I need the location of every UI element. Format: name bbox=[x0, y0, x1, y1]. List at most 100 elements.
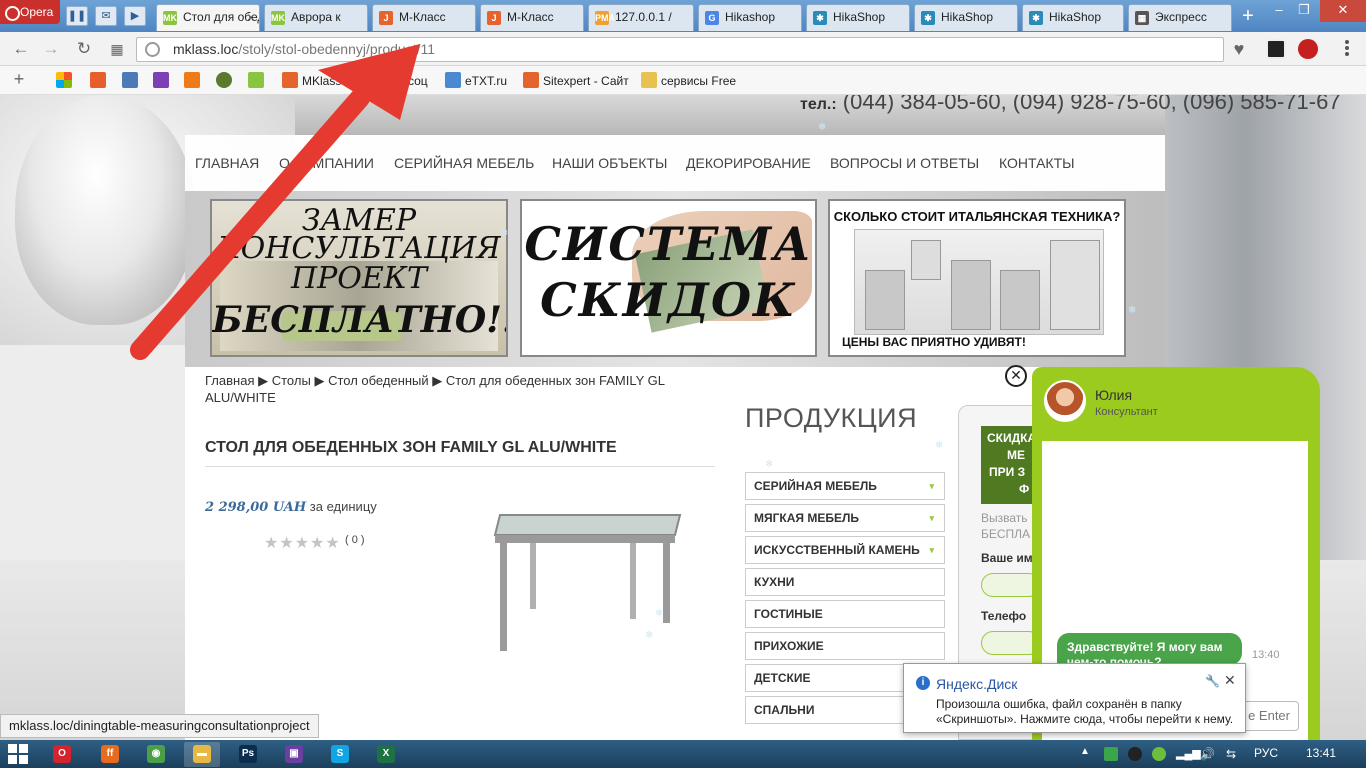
nav-item-7[interactable]: КОНТАКТЫ bbox=[999, 155, 1075, 171]
nav-item-4[interactable]: НАШИ ОБЪЕКТЫ bbox=[552, 155, 667, 171]
new-tab-button[interactable]: + bbox=[1236, 6, 1260, 26]
add-bookmark-icon[interactable]: + bbox=[8, 68, 30, 90]
taskbar-app-firefox[interactable]: ff bbox=[92, 742, 128, 767]
chart-bookmark-icon[interactable] bbox=[153, 72, 169, 88]
restore-button[interactable]: ❐ bbox=[1287, 0, 1321, 22]
tab-6[interactable]: G Hikashop bbox=[698, 4, 802, 31]
tray-expand-icon[interactable]: ▲ bbox=[1080, 746, 1090, 760]
discount-line: ПРИ З bbox=[989, 465, 1026, 479]
nav-item-3[interactable]: СЕРИЙНАЯ МЕБЕЛЬ bbox=[394, 155, 534, 171]
tab-3[interactable]: J М-Класс bbox=[372, 4, 476, 31]
taskbar-app-opera[interactable]: O bbox=[44, 742, 80, 767]
yandex-disk-notification[interactable]: i Яндекс.Диск 🔧 ✕ Произошла ошибка, файл… bbox=[903, 663, 1246, 733]
back-icon[interactable]: ← bbox=[10, 38, 32, 60]
tab-favicon-icon: ▦ bbox=[1135, 11, 1149, 25]
adblock-icon[interactable] bbox=[1298, 39, 1318, 59]
phone-field[interactable] bbox=[981, 631, 1037, 655]
category-item[interactable]: ГОСТИНЫЕ bbox=[745, 600, 945, 628]
extension-icon[interactable] bbox=[1266, 39, 1286, 59]
tab-5[interactable]: PMA 127.0.0.1 / bbox=[588, 4, 694, 31]
header-banner: тел.: (044) 384-05-60, (094) 928-75-60, … bbox=[295, 95, 1341, 135]
promo-discount-system[interactable]: СИСТЕМА СКИДОК bbox=[520, 199, 817, 357]
taskbar-app-chrome[interactable]: ◉ bbox=[138, 742, 174, 767]
taskbar-app-photoshop[interactable]: Ps bbox=[230, 742, 266, 767]
promo-free-measurement[interactable]: ЗАМЕР КОНСУЛЬТАЦИЯ ПРОЕКТ БЕСПЛАТНО!!! bbox=[210, 199, 508, 357]
site-info-icon[interactable] bbox=[145, 42, 160, 57]
bookmark-sitexpert[interactable]: Sitexpert - Сайт bbox=[543, 73, 629, 89]
tab-9[interactable]: ✱ HikaShop bbox=[1022, 4, 1124, 31]
category-item[interactable]: КУХНИ bbox=[745, 568, 945, 596]
menu-dots-icon[interactable] bbox=[1338, 40, 1356, 58]
url-field[interactable]: mklass.loc/stoly/stol-obedennyj/product/… bbox=[136, 37, 1224, 62]
promo2-line1: СИСТЕМА bbox=[524, 217, 813, 271]
close-window-button[interactable]: ✕ bbox=[1320, 0, 1366, 22]
category-item[interactable]: ПРИХОЖИЕ bbox=[745, 632, 945, 660]
taskbar-app-explorer[interactable]: ▬ bbox=[184, 742, 220, 767]
category-item[interactable]: МЯГКАЯ МЕБЕЛЬ ▾ bbox=[745, 504, 945, 532]
volume-icon[interactable]: 🔊 bbox=[1200, 747, 1215, 761]
notification-close-icon[interactable]: ✕ bbox=[1224, 672, 1236, 689]
category-item[interactable]: СЕРИЙНАЯ МЕБЕЛЬ ▾ bbox=[745, 472, 945, 500]
mail-icon[interactable]: ✉ bbox=[95, 6, 117, 26]
breadcrumb-separator-icon: ▶ bbox=[258, 373, 269, 388]
tab-4[interactable]: J М-Класс bbox=[480, 4, 584, 31]
tab-favicon-icon: G bbox=[705, 11, 719, 25]
breadcrumb-home[interactable]: Главная bbox=[205, 373, 254, 388]
price-unit: за единицу bbox=[309, 499, 377, 514]
tab-7[interactable]: ✱ HikaShop bbox=[806, 4, 910, 31]
nav-item-6[interactable]: ВОПРОСЫ И ОТВЕТЫ bbox=[830, 155, 979, 171]
bookmark-heart-icon[interactable]: ♥ bbox=[1228, 38, 1250, 60]
callback-text-line: БЕСПЛА bbox=[981, 527, 1031, 541]
mk-bookmark-icon[interactable] bbox=[248, 72, 264, 88]
start-button[interactable] bbox=[8, 744, 28, 764]
forward-icon[interactable]: → bbox=[40, 38, 62, 60]
bookmark-icon[interactable] bbox=[90, 72, 106, 88]
tab-10[interactable]: ▦ Экспресс bbox=[1128, 4, 1232, 31]
taskbar-app-save[interactable]: ▣ bbox=[276, 742, 312, 767]
speed-dial-grid-icon[interactable]: ▦ bbox=[106, 38, 128, 60]
product-image[interactable] bbox=[490, 505, 690, 655]
bookmark-icon[interactable] bbox=[122, 72, 138, 88]
tab-title: HikaShop bbox=[833, 10, 886, 24]
taskbar-app-skype[interactable]: S bbox=[322, 742, 358, 767]
firefox-icon: ff bbox=[101, 745, 119, 763]
network-icon[interactable]: ▂▄▆ bbox=[1176, 747, 1201, 761]
trend-bookmark-icon[interactable] bbox=[184, 72, 200, 88]
name-field[interactable] bbox=[981, 573, 1037, 597]
breadcrumb-dining-table[interactable]: Стол обеденный bbox=[328, 373, 429, 388]
clock[interactable]: 13:41 bbox=[1306, 746, 1336, 760]
bookmark-folder-free[interactable]: сервисы Free bbox=[661, 73, 736, 89]
chat-close-button[interactable]: ✕ bbox=[1005, 365, 1027, 387]
nav-item-2[interactable]: О КОМПАНИИ bbox=[279, 155, 374, 171]
breadcrumb-tables[interactable]: Столы bbox=[272, 373, 311, 388]
tab-8[interactable]: ✱ HikaShop bbox=[914, 4, 1018, 31]
products-heading: ПРОДУКЦИЯ bbox=[745, 403, 918, 433]
usb-icon[interactable]: ⇆ bbox=[1226, 747, 1240, 761]
nav-item-1[interactable]: ГЛАВНАЯ bbox=[195, 155, 259, 171]
wrench-icon[interactable]: 🔧 bbox=[1205, 674, 1220, 688]
taskbar-app-excel[interactable]: X bbox=[368, 742, 404, 767]
flag-icon[interactable] bbox=[1104, 747, 1118, 761]
tab-1[interactable]: MKСтол для обеденных× bbox=[156, 4, 260, 31]
windows-bookmark-icon[interactable] bbox=[56, 72, 72, 88]
opera-menu-button[interactable]: Opera bbox=[0, 0, 60, 24]
category-item[interactable]: ИСКУССТВЕННЫЙ КАМЕНЬ ▾ bbox=[745, 536, 945, 564]
reload-icon[interactable]: ↻ bbox=[73, 38, 95, 60]
bookmark-mklass[interactable]: MKlass bbox=[302, 73, 341, 89]
bookmark-soc[interactable]: соц bbox=[408, 73, 428, 89]
nav-item-5[interactable]: ДЕКОРИРОВАНИЕ bbox=[686, 155, 811, 171]
bookmark-etxt[interactable]: eTXT.ru bbox=[465, 73, 507, 89]
shield-icon[interactable] bbox=[1152, 747, 1166, 761]
close-tab-icon[interactable]: × bbox=[247, 5, 255, 29]
tab-2[interactable]: MK Аврора к bbox=[264, 4, 368, 31]
promo-italian-appliances[interactable]: СКОЛЬКО СТОИТ ИТАЛЬЯНСКАЯ ТЕХНИКА? ЦЕНЫ … bbox=[828, 199, 1126, 357]
speed-dial-icon[interactable]: ❚❚ bbox=[66, 6, 88, 26]
player-icon[interactable]: ▶ bbox=[124, 6, 146, 26]
tray-app-icon[interactable] bbox=[1128, 747, 1142, 761]
product-price: 2 298,00 UAH за единицу bbox=[205, 499, 377, 515]
tank-bookmark-icon[interactable] bbox=[216, 72, 232, 88]
rating-stars[interactable]: ★★★★★ bbox=[264, 533, 341, 553]
language-indicator[interactable]: РУС bbox=[1254, 746, 1278, 760]
phone-label: Телефо bbox=[981, 609, 1027, 623]
operator-avatar bbox=[1044, 380, 1086, 422]
